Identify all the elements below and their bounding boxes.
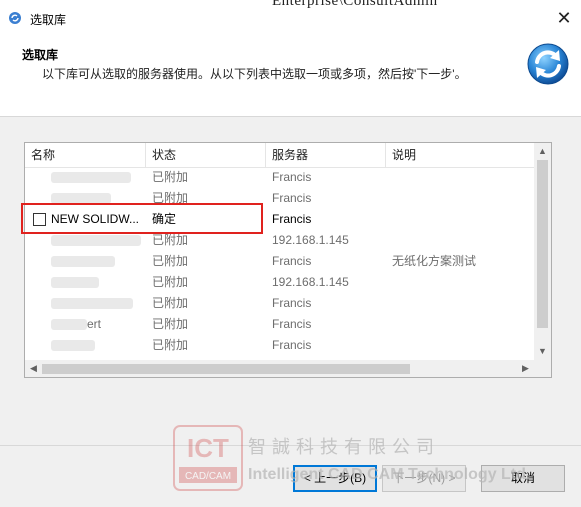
page-description: 以下库可从选取的服务器使用。从以下列表中选取一项或多项，然后按'下一步'。 <box>42 67 467 81</box>
status-cell: 已附加 <box>152 338 189 352</box>
list-item[interactable]: 已附加 192.168.1.145 <box>25 272 535 293</box>
redacted-name <box>51 298 133 309</box>
annotation-highlight-box <box>21 203 263 234</box>
list-column-header: 名称 状态 服务器 说明 <box>25 143 535 168</box>
list-item[interactable]: 已附加 Francis <box>25 293 535 314</box>
list-item[interactable]: ert 已附加 Francis <box>25 314 535 335</box>
server-cell: Francis <box>272 317 312 331</box>
horizontal-scrollbar[interactable]: ◀ ▶ <box>25 360 551 377</box>
vertical-scroll-thumb[interactable] <box>537 160 548 328</box>
server-cell: Francis <box>272 191 312 205</box>
column-name[interactable]: 名称 <box>25 143 146 167</box>
page-title: 选取库 <box>22 48 59 62</box>
scroll-down-icon[interactable]: ▼ <box>534 343 551 360</box>
redacted-name <box>51 235 141 246</box>
server-cell: 192.168.1.145 <box>272 275 349 289</box>
redacted-name <box>51 340 95 351</box>
scroll-right-icon[interactable]: ▶ <box>517 360 534 377</box>
window-title: 选取库 <box>30 13 67 27</box>
app-icon <box>9 12 21 24</box>
redacted-name <box>51 277 99 288</box>
svg-text:CAD/CAM: CAD/CAM <box>185 471 231 482</box>
server-cell: Francis <box>272 254 312 268</box>
watermark-chinese: 智誠科技有限公司 <box>248 437 440 458</box>
scroll-up-icon[interactable]: ▲ <box>534 143 551 160</box>
name-cell: ert <box>87 317 102 331</box>
list-item[interactable]: 已附加 Francis 无纸化方案测试 <box>25 251 535 272</box>
server-cell: Francis <box>272 296 312 310</box>
watermark-english: Intelligent CAD CAM Technology Ltd. <box>248 466 531 483</box>
library-list[interactable]: 名称 状态 服务器 说明 已附加 Francis 已附加 Francis NEW… <box>24 142 552 378</box>
redacted-name <box>51 256 115 267</box>
svg-text:ICT: ICT <box>187 433 229 463</box>
column-status[interactable]: 状态 <box>146 143 266 167</box>
refresh-arrows-icon <box>527 43 569 85</box>
close-button[interactable]: ✕ <box>547 0 581 36</box>
status-cell: 已附加 <box>152 170 189 184</box>
status-cell: 已附加 <box>152 317 189 331</box>
list-item[interactable]: 已附加 Francis <box>25 335 535 356</box>
redacted-name <box>51 319 87 330</box>
description-cell: 无纸化方案测试 <box>392 254 477 268</box>
status-cell: 已附加 <box>152 275 189 289</box>
background-window-title: Enterprise\ConsultAdmin <box>272 0 438 9</box>
column-server[interactable]: 服务器 <box>266 143 386 167</box>
column-description[interactable]: 说明 <box>386 143 535 167</box>
server-cell: Francis <box>272 212 312 226</box>
scroll-left-icon[interactable]: ◀ <box>25 360 42 377</box>
server-cell: Francis <box>272 170 312 184</box>
title-bar: 选取库 Enterprise\ConsultAdmin ✕ <box>0 0 581 36</box>
server-cell: Francis <box>272 338 312 352</box>
horizontal-scroll-thumb[interactable] <box>42 364 410 374</box>
server-cell: 192.168.1.145 <box>272 233 349 247</box>
list-item[interactable]: 已附加 Francis <box>25 167 535 188</box>
watermark-logo: ICT CAD/CAM <box>173 425 243 491</box>
redacted-name <box>51 172 131 183</box>
wizard-header: 选取库 以下库可从选取的服务器使用。从以下列表中选取一项或多项，然后按'下一步'… <box>0 36 581 117</box>
status-cell: 已附加 <box>152 254 189 268</box>
vertical-scrollbar[interactable]: ▲ ▼ <box>534 143 551 360</box>
status-cell: 已附加 <box>152 296 189 310</box>
